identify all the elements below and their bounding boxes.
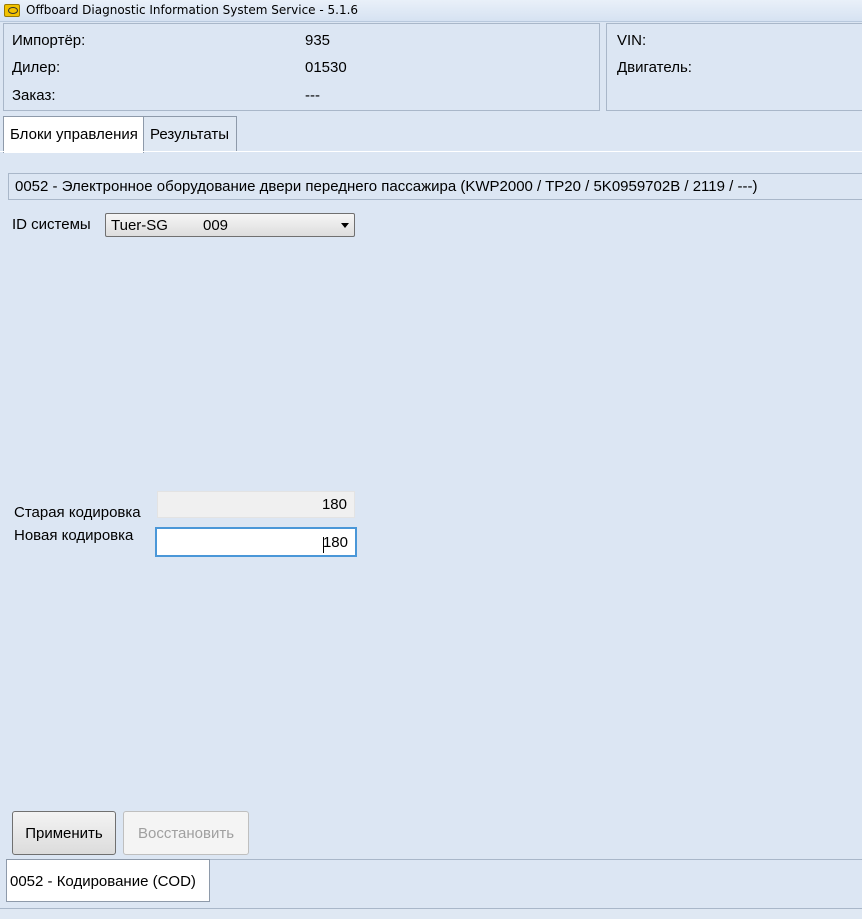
vehicle-info-panel: Импортёр: 935 Дилер: 01530 Заказ: ---	[3, 23, 600, 111]
apply-button[interactable]: Применить	[12, 811, 116, 855]
importer-label: Импортёр:	[12, 32, 86, 49]
tab-coding-cod-label: 0052 - Кодирование (COD)	[10, 873, 196, 890]
tab-results[interactable]: Результаты	[143, 116, 237, 152]
new-coding-value: 180	[322, 534, 348, 551]
new-coding-label: Новая кодировка	[14, 527, 134, 544]
system-id-code: 009	[203, 217, 229, 234]
bottom-tabstrip-border	[210, 859, 862, 860]
dealer-value: 01530	[305, 59, 347, 76]
text-cursor	[323, 537, 324, 553]
importer-value: 935	[305, 32, 331, 49]
system-id-dropdown[interactable]: Tuer-SG 009	[105, 213, 355, 237]
engine-label: Двигатель:	[617, 59, 692, 76]
title-bar: Offboard Diagnostic Information System S…	[0, 0, 862, 22]
order-value: ---	[305, 87, 320, 104]
system-id-label: ID системы	[12, 216, 91, 233]
tab-results-label: Результаты	[150, 126, 229, 143]
window-title: Offboard Diagnostic Information System S…	[26, 3, 359, 17]
vehicle-id-panel: VIN: Двигатель:	[606, 23, 862, 111]
restore-button[interactable]: Восстановить	[123, 811, 249, 855]
odis-app-icon	[4, 4, 20, 17]
system-id-name: Tuer-SG	[111, 217, 168, 234]
vin-label: VIN:	[617, 32, 647, 49]
tab-panel-border	[0, 151, 862, 152]
control-unit-description: 0052 - Электронное оборудование двери пе…	[8, 173, 862, 200]
tab-control-units[interactable]: Блоки управления	[3, 116, 144, 153]
bottom-strip	[0, 909, 862, 919]
tab-control-units-label: Блоки управления	[10, 126, 138, 143]
old-coding-field: 180	[157, 491, 355, 518]
old-coding-label: Старая кодировка	[14, 504, 141, 521]
tab-coding-cod[interactable]: 0052 - Кодирование (COD)	[6, 859, 210, 902]
dealer-label: Дилер:	[12, 59, 61, 76]
new-coding-input[interactable]: 180	[155, 527, 357, 557]
order-label: Заказ:	[12, 87, 56, 104]
main-tabstrip: Блоки управления Результаты	[0, 112, 862, 153]
dropdown-arrow-icon	[341, 223, 349, 228]
